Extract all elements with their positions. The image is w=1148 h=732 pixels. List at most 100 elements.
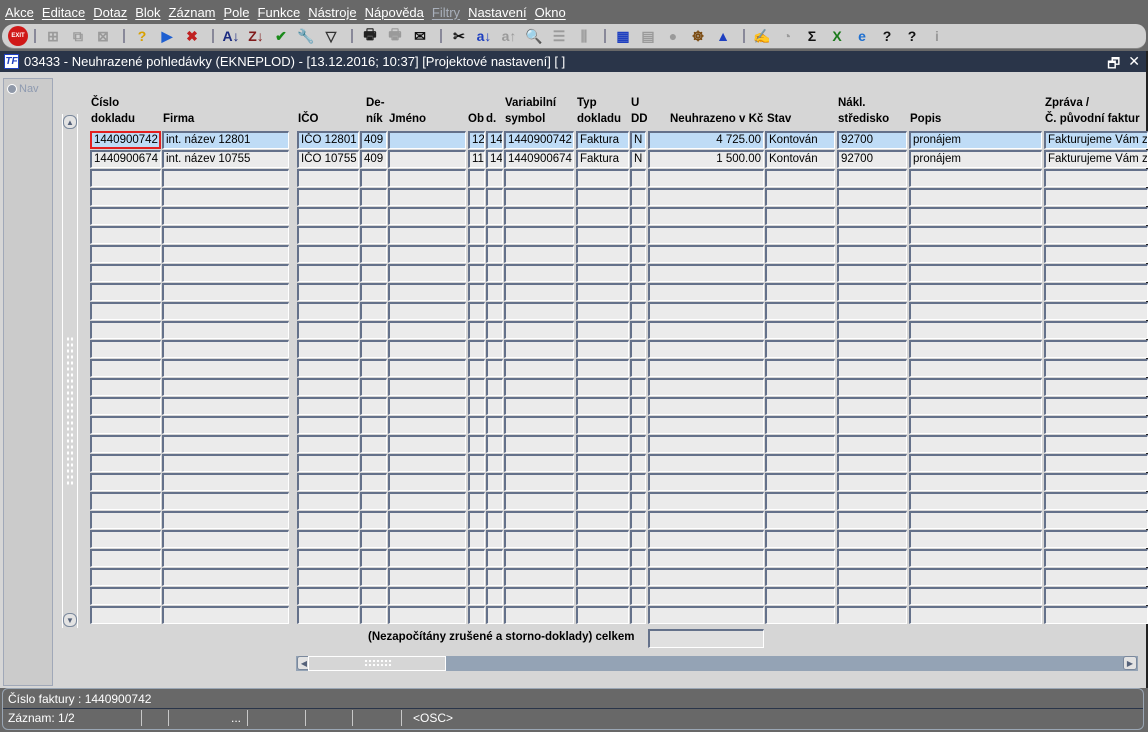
cell-stav[interactable] bbox=[765, 606, 835, 624]
cell-udd[interactable] bbox=[630, 454, 646, 472]
cell-ico[interactable] bbox=[297, 397, 359, 415]
cell-varsym[interactable] bbox=[504, 473, 574, 491]
cell-typ[interactable] bbox=[576, 264, 629, 282]
cell-neuhrazeno[interactable] bbox=[648, 454, 764, 472]
cell-udd[interactable] bbox=[630, 435, 646, 453]
cell-stav[interactable] bbox=[765, 587, 835, 605]
cell-typ[interactable] bbox=[576, 549, 629, 567]
cell-nakl[interactable]: 92700 bbox=[837, 150, 907, 168]
cell-zprava[interactable] bbox=[1044, 416, 1148, 434]
cell-cislo[interactable] bbox=[90, 568, 161, 586]
cell-cislo[interactable] bbox=[90, 473, 161, 491]
cell-ob[interactable] bbox=[468, 188, 485, 206]
cell-ob[interactable] bbox=[468, 302, 485, 320]
cell-udd[interactable]: N bbox=[630, 150, 646, 168]
cell-jmeno[interactable] bbox=[388, 492, 466, 510]
cell-neuhrazeno[interactable] bbox=[648, 511, 764, 529]
cell-zprava[interactable] bbox=[1044, 245, 1148, 263]
cell-popis[interactable] bbox=[909, 264, 1042, 282]
cell-jmeno[interactable] bbox=[388, 473, 466, 491]
cell-stav[interactable] bbox=[765, 492, 835, 510]
menu-filtry[interactable]: Filtry bbox=[432, 5, 460, 20]
cell-nakl[interactable] bbox=[837, 283, 907, 301]
scroll-thumb[interactable] bbox=[308, 656, 446, 671]
cell-neuhrazeno[interactable] bbox=[648, 568, 764, 586]
cell-firma[interactable] bbox=[162, 302, 289, 320]
cell-nakl[interactable] bbox=[837, 378, 907, 396]
delete-record-icon[interactable]: ⊠ bbox=[92, 26, 114, 46]
filter-icon[interactable]: ▽ bbox=[320, 26, 342, 46]
cell-udd[interactable] bbox=[630, 321, 646, 339]
cell-ico[interactable] bbox=[297, 169, 359, 187]
cell-d[interactable] bbox=[486, 568, 503, 586]
menu-pole[interactable]: Pole bbox=[224, 5, 250, 20]
cell-firma[interactable] bbox=[162, 226, 289, 244]
cell-ico[interactable] bbox=[297, 473, 359, 491]
cell-nakl[interactable] bbox=[837, 530, 907, 548]
cell-ico[interactable] bbox=[297, 340, 359, 358]
cell-zprava[interactable]: Fakturujeme Vám z bbox=[1044, 131, 1148, 149]
cell-denik[interactable] bbox=[360, 340, 387, 358]
cell-firma[interactable] bbox=[162, 568, 289, 586]
cell-stav[interactable] bbox=[765, 245, 835, 263]
cell-cislo[interactable]: 1440900742 bbox=[90, 131, 161, 149]
cell-d[interactable] bbox=[486, 492, 503, 510]
cell-neuhrazeno[interactable] bbox=[648, 378, 764, 396]
cell-denik[interactable] bbox=[360, 188, 387, 206]
cell-udd[interactable] bbox=[630, 473, 646, 491]
menu-zaznam[interactable]: Záznam bbox=[169, 5, 216, 20]
cell-typ[interactable] bbox=[576, 435, 629, 453]
cell-udd[interactable] bbox=[630, 549, 646, 567]
cell-udd[interactable] bbox=[630, 606, 646, 624]
cell-varsym[interactable] bbox=[504, 530, 574, 548]
cell-popis[interactable] bbox=[909, 530, 1042, 548]
cell-d[interactable] bbox=[486, 454, 503, 472]
cell-popis[interactable] bbox=[909, 435, 1042, 453]
cell-typ[interactable] bbox=[576, 511, 629, 529]
cell-firma[interactable] bbox=[162, 606, 289, 624]
cell-udd[interactable] bbox=[630, 568, 646, 586]
cell-nakl[interactable] bbox=[837, 606, 907, 624]
cell-zprava[interactable] bbox=[1044, 283, 1148, 301]
cell-denik[interactable] bbox=[360, 530, 387, 548]
cell-firma[interactable] bbox=[162, 587, 289, 605]
cell-denik[interactable] bbox=[360, 207, 387, 225]
cell-zprava[interactable] bbox=[1044, 587, 1148, 605]
cell-ob[interactable] bbox=[468, 207, 485, 225]
cell-ico[interactable] bbox=[297, 511, 359, 529]
nav-radio[interactable]: Nav bbox=[7, 83, 52, 95]
menu-editace[interactable]: Editace bbox=[42, 5, 85, 20]
cell-firma[interactable] bbox=[162, 511, 289, 529]
cell-neuhrazeno[interactable] bbox=[648, 549, 764, 567]
query-enter-icon[interactable]: ? bbox=[131, 26, 153, 46]
cell-nakl[interactable] bbox=[837, 340, 907, 358]
cell-neuhrazeno[interactable] bbox=[648, 188, 764, 206]
cell-denik[interactable] bbox=[360, 283, 387, 301]
cell-varsym[interactable] bbox=[504, 378, 574, 396]
cell-typ[interactable] bbox=[576, 283, 629, 301]
cell-d[interactable] bbox=[486, 245, 503, 263]
cell-varsym[interactable] bbox=[504, 169, 574, 187]
cell-varsym[interactable] bbox=[504, 435, 574, 453]
cell-neuhrazeno[interactable] bbox=[648, 359, 764, 377]
cell-typ[interactable]: Faktura bbox=[576, 131, 629, 149]
cell-nakl[interactable] bbox=[837, 321, 907, 339]
cell-varsym[interactable] bbox=[504, 492, 574, 510]
cell-neuhrazeno[interactable]: 4 725.00 bbox=[648, 131, 764, 149]
cell-ob[interactable] bbox=[468, 473, 485, 491]
cell-varsym[interactable] bbox=[504, 587, 574, 605]
cell-varsym[interactable] bbox=[504, 188, 574, 206]
cell-popis[interactable] bbox=[909, 283, 1042, 301]
paste-field-icon[interactable]: a↑ bbox=[498, 26, 520, 46]
cell-udd[interactable] bbox=[630, 359, 646, 377]
cell-jmeno[interactable] bbox=[388, 150, 466, 168]
cell-neuhrazeno[interactable] bbox=[648, 606, 764, 624]
cell-udd[interactable] bbox=[630, 378, 646, 396]
cell-zprava[interactable] bbox=[1044, 378, 1148, 396]
cell-nakl[interactable]: 92700 bbox=[837, 131, 907, 149]
cell-zprava[interactable] bbox=[1044, 264, 1148, 282]
cell-typ[interactable]: Faktura bbox=[576, 150, 629, 168]
cell-denik[interactable] bbox=[360, 435, 387, 453]
cell-stav[interactable] bbox=[765, 416, 835, 434]
cell-d[interactable] bbox=[486, 207, 503, 225]
